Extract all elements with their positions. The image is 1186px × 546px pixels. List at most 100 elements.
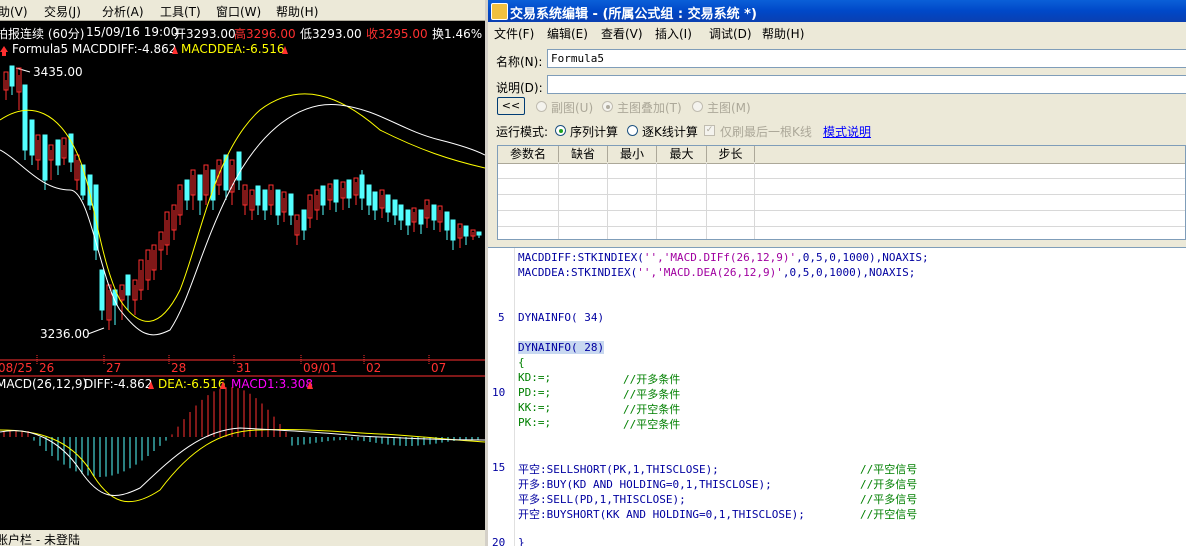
quote-info-bar: 拍报连续 (60分) 15/09/16 19:00 开3293.00 高3296… <box>0 22 485 41</box>
table-row[interactable] <box>498 163 1185 179</box>
code-line: KK:=; <box>518 401 552 414</box>
menu-view[interactable]: 查看(V) <box>601 25 643 42</box>
chart-menubar: 助(V) 交易(J) 分析(A) 工具(T) 窗口(W) 帮助(H) <box>0 0 485 21</box>
candle-body <box>301 209 307 231</box>
line-number: 15 <box>492 461 506 474</box>
candle-body <box>372 191 378 211</box>
high-price-label: 3435.00 <box>33 65 83 79</box>
code-comment: //平多信号 <box>860 493 918 506</box>
series-calc-label: 序列计算 <box>570 125 619 139</box>
col-min[interactable]: 最小 <box>608 146 657 162</box>
candle-body <box>333 179 339 203</box>
menu-view[interactable]: 助(V) <box>0 3 28 20</box>
run-mode-label: 运行模式: <box>496 125 549 139</box>
col-default[interactable]: 缺省 <box>559 146 608 162</box>
candle-body <box>450 219 456 241</box>
table-row[interactable] <box>498 179 1185 195</box>
candle-body <box>405 209 411 226</box>
formula-name-input[interactable]: Formula5 <box>547 49 1186 68</box>
code-line: PD:=; <box>518 386 552 399</box>
main-overlay-radio[interactable] <box>602 101 613 112</box>
formula-editor-window: 交易系统编辑 - (所属公式组 : 交易系统 *) 文件(F) 编辑(E) 查看… <box>488 0 1186 546</box>
macd-diff-line <box>0 427 485 496</box>
candle-body <box>366 184 372 206</box>
high-price: 高3296.00 <box>234 27 296 41</box>
line-number-gutter: 5 10 15 20 <box>488 248 515 546</box>
up-arrow-icon <box>0 46 8 56</box>
table-row[interactable] <box>498 211 1185 227</box>
formula-name: Formula5 <box>12 42 68 56</box>
candle-body <box>288 193 294 216</box>
menu-debug[interactable]: 调试(D) <box>709 25 752 42</box>
candle-body <box>463 225 469 237</box>
candle-body <box>444 211 450 231</box>
macd-diff-value: DIFF:-4.862 <box>84 377 152 391</box>
code-comment: //开多信号 <box>860 478 918 491</box>
table-row[interactable] <box>498 195 1185 211</box>
code-line: 开多:BUY(KD AND HOLDING=0,1,THISCLOSE); <box>518 478 772 491</box>
code-line: KD:=; <box>518 371 552 384</box>
editor-title: 交易系统编辑 - (所属公式组 : 交易系统 *) <box>510 7 757 22</box>
login-status: 账户栏 - 未登陆 <box>0 533 80 546</box>
code-line: MACDDEA:STKINDIEX('','MACD.DEA(26,12,9)'… <box>518 266 916 279</box>
date-label: 31 <box>236 361 251 375</box>
candle-body <box>392 199 398 216</box>
code-line: } <box>518 536 525 546</box>
collapse-button[interactable]: << <box>497 97 525 115</box>
code-editor[interactable]: 5 10 15 20 MACDDIFF:STKINDIEX('','MACD.D… <box>488 247 1186 546</box>
menu-analysis[interactable]: 分析(A) <box>102 3 144 20</box>
menu-window[interactable]: 窗口(W) <box>216 3 261 20</box>
editor-titlebar[interactable]: 交易系统编辑 - (所属公式组 : 交易系统 *) <box>488 0 1186 22</box>
mode-help-link[interactable]: 模式说明 <box>823 123 871 140</box>
code-comment: //开空条件 <box>623 403 681 416</box>
low-price-leader <box>87 327 105 335</box>
line-number: 20 <box>492 536 506 546</box>
per-bar-calc-radio[interactable] <box>627 125 638 136</box>
date-label: 02 <box>366 361 381 375</box>
date-label: 27 <box>106 361 121 375</box>
candle-body <box>385 194 391 213</box>
menu-insert[interactable]: 插入(I) <box>655 25 692 42</box>
candle-body <box>125 274 131 296</box>
candle-body <box>275 189 281 216</box>
description-input[interactable] <box>547 75 1186 94</box>
macd-name: MACD(26,12,9) <box>0 377 87 391</box>
subchart-radio[interactable] <box>536 101 547 112</box>
series-calc-radio[interactable] <box>555 125 566 136</box>
candle-body <box>55 139 61 166</box>
main-chart-radio[interactable] <box>692 101 703 112</box>
code-comment: //开空信号 <box>860 508 918 521</box>
code-line: MACDDIFF:STKINDIEX('','MACD.DIFf(26,12,9… <box>518 251 929 264</box>
low-price: 低3293.00 <box>300 27 362 41</box>
col-param-name[interactable]: 参数名 <box>498 146 559 162</box>
code-line: { <box>518 356 525 369</box>
macd-dea-value: DEA:-6.516 <box>158 377 226 391</box>
menu-edit[interactable]: 编辑(E) <box>547 25 588 42</box>
line-number: 5 <box>498 311 505 324</box>
menu-file[interactable]: 文件(F) <box>494 25 534 42</box>
menu-tools[interactable]: 工具(T) <box>160 3 201 20</box>
bar-datetime: 15/09/16 19:00 <box>86 25 179 39</box>
menu-help[interactable]: 帮助(H) <box>276 3 318 20</box>
candle-body <box>42 134 48 181</box>
menu-help[interactable]: 帮助(H) <box>762 25 804 42</box>
col-step[interactable]: 步长 <box>707 146 755 162</box>
candle-body <box>184 179 190 201</box>
last-bar-only-label: 仅刷最后一根K线 <box>720 125 812 139</box>
candle-body <box>255 185 261 206</box>
high-price-leader <box>15 67 31 73</box>
candle-body <box>262 189 268 211</box>
col-max[interactable]: 最大 <box>657 146 707 162</box>
menu-trade[interactable]: 交易(J) <box>44 3 81 20</box>
account-status-bar: 账户栏 - 未登陆 <box>0 530 485 546</box>
date-label: 26 <box>39 361 54 375</box>
parameter-table[interactable]: 参数名 缺省 最小 最大 步长 <box>497 145 1186 240</box>
candle-body <box>431 204 437 221</box>
kline-chart[interactable]: Formula5 MACDDIFF:-4.862 MACDDEA:-6.516 343… <box>0 0 485 546</box>
parameter-table-header: 参数名 缺省 最小 最大 步长 <box>498 146 1185 164</box>
code-comment: //平空信号 <box>860 463 918 476</box>
candle-body <box>359 174 365 199</box>
last-bar-only-checkbox[interactable]: ✓ <box>704 125 715 136</box>
candle-body <box>476 231 482 236</box>
date-label: 07 <box>431 361 446 375</box>
